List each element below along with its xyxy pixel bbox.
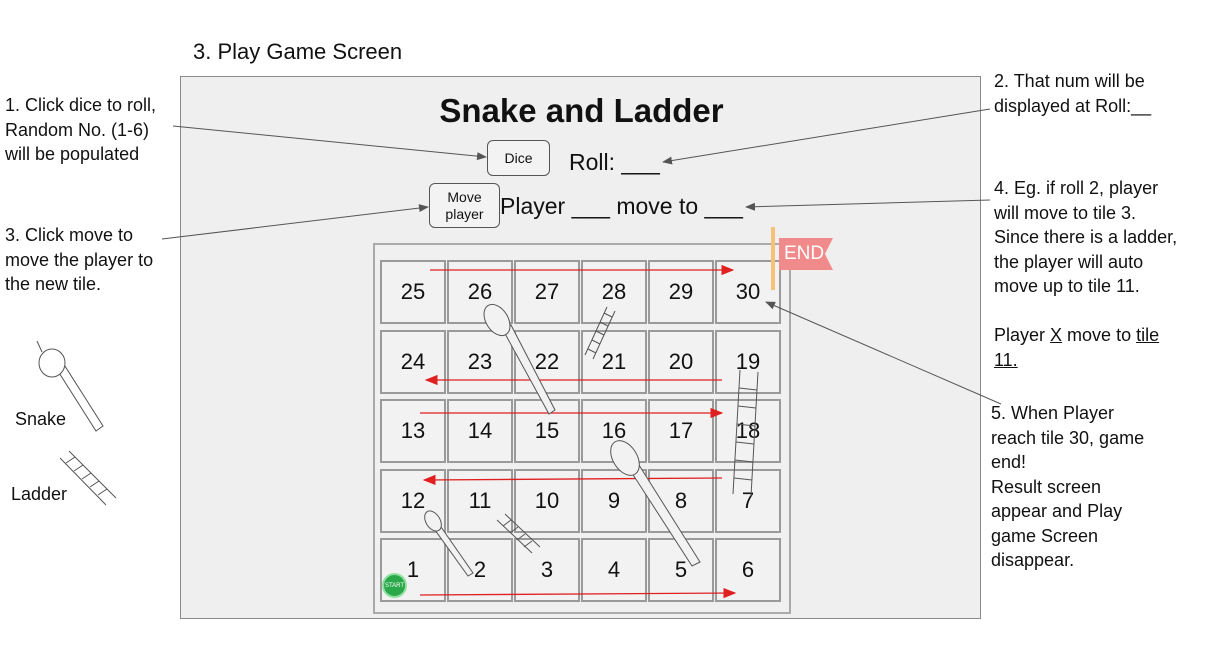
board-tile: 5 bbox=[648, 538, 714, 602]
move-player-button[interactable]: Move player bbox=[429, 183, 500, 228]
board-tile: 2 bbox=[447, 538, 513, 602]
dice-button[interactable]: Dice bbox=[487, 140, 550, 176]
start-badge: START bbox=[382, 573, 407, 598]
example-player-move: Player X move to tile bbox=[994, 325, 1160, 345]
board-tile: 16 bbox=[581, 399, 647, 463]
player-move-display: Player ___ move to ___ bbox=[500, 193, 743, 219]
roll-display: Roll: ___ bbox=[569, 149, 660, 175]
legend-ladder-icon bbox=[59, 450, 117, 506]
board-tile: 28 bbox=[581, 260, 647, 324]
board-tile: 6 bbox=[715, 538, 781, 602]
board-tile: 7 bbox=[715, 469, 781, 533]
board-tile: 27 bbox=[514, 260, 580, 324]
note-click-dice: 1. Click dice to roll, Random No. (1-6) … bbox=[5, 95, 157, 164]
board-tile: 11 bbox=[447, 469, 513, 533]
legend-snake-label: Snake bbox=[15, 409, 67, 429]
board-tile: 21 bbox=[581, 330, 647, 394]
legend-ladder-label: Ladder bbox=[11, 484, 68, 504]
move-button-label-line1: Move bbox=[447, 188, 482, 205]
board-tile: 9 bbox=[581, 469, 647, 533]
move-button-label-line2: player bbox=[445, 205, 484, 222]
board-tile: 18 bbox=[715, 399, 781, 463]
end-flag-pole bbox=[771, 227, 775, 290]
board-tile: 13 bbox=[380, 399, 446, 463]
board-tile: 29 bbox=[648, 260, 714, 324]
board-tile: 12 bbox=[380, 469, 446, 533]
note-roll-display: 2. That num will be displayed at Roll:__ bbox=[994, 71, 1152, 116]
game-title: Snake and Ladder bbox=[439, 92, 724, 129]
note-game-end: 5. When Player reach tile 30, game end! … bbox=[991, 403, 1145, 570]
note-example: 4. Eg. if roll 2, player will move to ti… bbox=[994, 178, 1178, 370]
note-click-move: 3. Click move to move the player to the … bbox=[5, 225, 154, 294]
board-tile: 24 bbox=[380, 330, 446, 394]
board-tile: 8 bbox=[648, 469, 714, 533]
board-tile: 3 bbox=[514, 538, 580, 602]
board-tile: 25 bbox=[380, 260, 446, 324]
screen-title: 3. Play Game Screen bbox=[193, 39, 403, 64]
board-tile: 14 bbox=[447, 399, 513, 463]
board-tile: 17 bbox=[648, 399, 714, 463]
board-tile: 15 bbox=[514, 399, 580, 463]
board-tile: 4 bbox=[581, 538, 647, 602]
board-tile: 26 bbox=[447, 260, 513, 324]
board-tile: 23 bbox=[447, 330, 513, 394]
board-tile: 19 bbox=[715, 330, 781, 394]
board-tile: 10 bbox=[514, 469, 580, 533]
board-tile: 20 bbox=[648, 330, 714, 394]
board-tile: 22 bbox=[514, 330, 580, 394]
